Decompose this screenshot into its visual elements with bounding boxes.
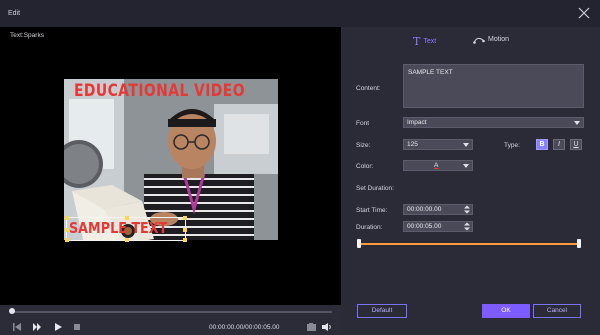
tab-motion[interactable]: Motion: [473, 35, 509, 44]
progress-knob[interactable]: [9, 308, 15, 314]
spinner-icon[interactable]: [464, 222, 470, 231]
tab-text[interactable]: T Text: [413, 35, 436, 48]
font-select[interactable]: Impact: [403, 117, 584, 128]
duration-value: 00:00:05.00: [407, 223, 442, 230]
resize-handle[interactable]: [125, 216, 129, 220]
content-label: Content:: [356, 85, 381, 92]
color-swatch-letter: A: [434, 162, 439, 169]
close-icon[interactable]: [578, 7, 590, 19]
tab-text-label: Text: [423, 38, 437, 45]
resize-handle[interactable]: [65, 238, 69, 242]
font-select-value: Impact: [407, 119, 427, 126]
duration-timeline[interactable]: [359, 243, 579, 245]
italic-button[interactable]: I: [553, 139, 565, 150]
resize-handle[interactable]: [183, 228, 187, 232]
player-controls: 00:00:00.00/00:00:05.00: [0, 305, 341, 335]
chevron-down-icon: [463, 143, 469, 147]
start-time-input[interactable]: 00:00:00.00: [403, 204, 473, 215]
duration-label: Duration:: [356, 224, 383, 231]
resize-handle[interactable]: [183, 216, 187, 220]
chevron-down-icon: [574, 121, 580, 125]
stop-icon[interactable]: [72, 322, 82, 332]
timecode: 00:00:00.00/00:00:05.00: [209, 324, 280, 331]
progress-track[interactable]: [10, 311, 332, 313]
resize-handle[interactable]: [183, 238, 187, 242]
color-select[interactable]: A: [403, 160, 473, 171]
window-title: Edit: [8, 10, 21, 17]
chevron-down-icon: [463, 164, 469, 168]
resize-handle[interactable]: [65, 228, 69, 232]
video-preview[interactable]: EDUCATIONAL VIDEO: [64, 79, 278, 240]
bold-button[interactable]: B: [536, 139, 548, 150]
cancel-button[interactable]: Cancel: [533, 304, 581, 318]
previous-frame-icon[interactable]: [12, 322, 22, 332]
video-frame: [64, 79, 278, 240]
size-select[interactable]: 125: [403, 139, 473, 150]
type-label: Type:: [504, 142, 520, 149]
title-bar: Edit: [0, 0, 600, 27]
video-title-overlay: EDUCATIONAL VIDEO: [74, 81, 245, 101]
tab-motion-label: Motion: [488, 36, 510, 43]
volume-icon[interactable]: [321, 322, 332, 332]
underline-button[interactable]: U: [570, 139, 582, 150]
motion-path-icon: [473, 37, 485, 44]
spinner-icon[interactable]: [464, 205, 470, 214]
color-label: Color:: [356, 163, 374, 170]
set-duration-label: Set Duration:: [356, 185, 394, 192]
snapshot-icon[interactable]: [306, 322, 317, 332]
start-time-label: Start Time:: [356, 207, 388, 214]
duration-input[interactable]: 00:00:05.00: [403, 221, 473, 232]
resize-handle[interactable]: [125, 238, 129, 242]
overlay-text: SAMPLE TEXT: [69, 219, 168, 237]
settings-pane: T Text Motion Content: SAMPLE TEXT Font …: [341, 27, 600, 335]
font-label: Font: [356, 120, 370, 127]
resize-handle[interactable]: [65, 216, 69, 220]
size-select-value: 125: [407, 141, 418, 148]
default-button[interactable]: Default: [357, 304, 407, 318]
play-icon[interactable]: [53, 322, 63, 332]
ok-button[interactable]: OK: [482, 304, 530, 318]
start-time-value: 00:00:00.00: [407, 206, 442, 213]
timeline-end-handle[interactable]: [577, 239, 581, 248]
text-t-icon: T: [413, 35, 421, 48]
preview-pane: Text:Sparks EDUCATIONAL VIDEO SAMPLE TEX…: [0, 27, 341, 335]
timeline-start-handle[interactable]: [357, 239, 361, 248]
tab-bar: T Text Motion: [341, 27, 600, 53]
fast-forward-icon[interactable]: [32, 322, 42, 332]
size-label: Size:: [356, 142, 371, 149]
content-textarea[interactable]: SAMPLE TEXT: [403, 64, 584, 108]
text-overlay-selection[interactable]: SAMPLE TEXT: [65, 216, 187, 242]
preview-label: Text:Sparks: [10, 32, 44, 39]
